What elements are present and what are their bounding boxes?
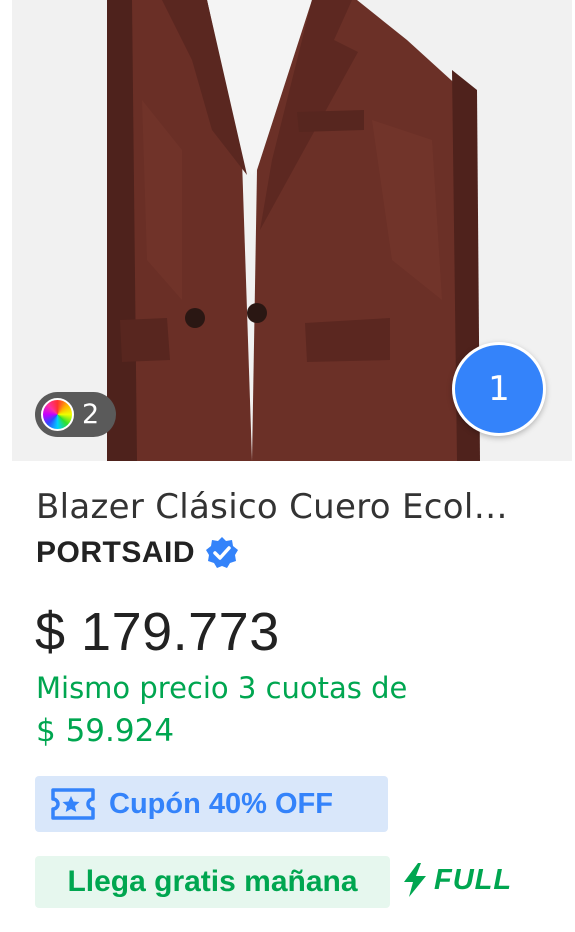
installments-text: Mismo precio 3 cuotas de xyxy=(36,671,408,705)
installment-amount: $ 59.924 xyxy=(36,713,175,749)
product-title[interactable]: Blazer Clásico Cuero Ecol… xyxy=(36,487,546,527)
full-badge: FULL xyxy=(400,862,512,898)
color-count: 2 xyxy=(82,399,100,430)
full-label: FULL xyxy=(434,863,513,896)
cart-quantity-badge[interactable]: 1 xyxy=(452,342,546,436)
cart-quantity: 1 xyxy=(488,369,510,409)
product-price: $ 179.773 xyxy=(35,602,280,662)
coupon-ticket-icon xyxy=(51,788,95,820)
color-wheel-icon xyxy=(41,398,74,431)
coupon-label: Cupón 40% OFF xyxy=(109,787,333,820)
lightning-bolt-icon xyxy=(404,863,426,897)
shipping-label: Llega gratis mañana xyxy=(67,865,358,898)
color-variants-chip[interactable]: 2 xyxy=(35,392,116,437)
brand-row: PORTSAID xyxy=(36,536,239,570)
verified-badge-icon xyxy=(206,537,239,568)
shipping-badge: Llega gratis mañana xyxy=(35,856,390,908)
coupon-badge[interactable]: Cupón 40% OFF xyxy=(35,776,388,832)
brand-name: PORTSAID xyxy=(36,536,196,569)
